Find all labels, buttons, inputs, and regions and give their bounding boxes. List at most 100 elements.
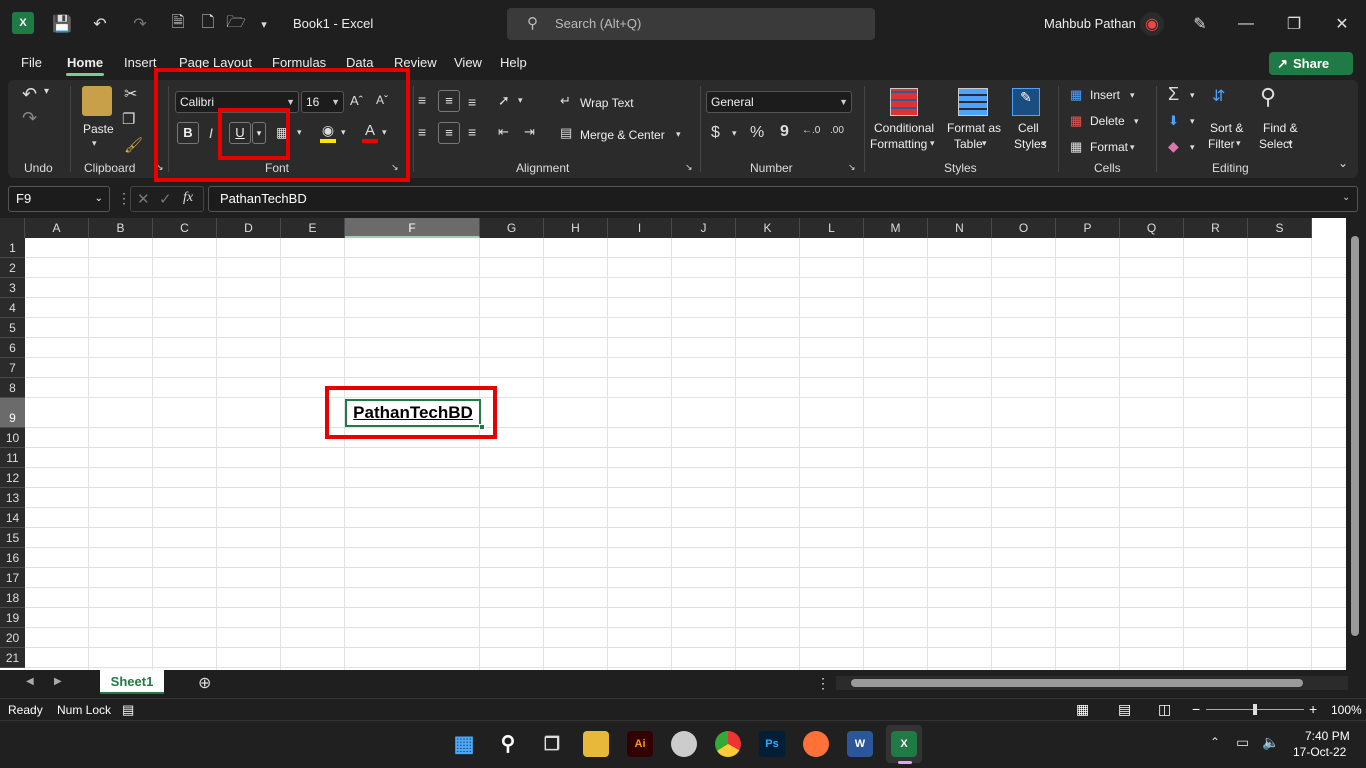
- currency-button[interactable]: $: [711, 124, 720, 142]
- windows-start-icon[interactable]: ▦: [451, 731, 477, 757]
- accessibility-icon[interactable]: ▤: [122, 702, 134, 718]
- minimize-icon[interactable]: —: [1234, 12, 1258, 36]
- row-header[interactable]: 14: [0, 508, 25, 528]
- enter-icon[interactable]: ✓: [159, 190, 172, 208]
- conditional-formatting-label-2[interactable]: Formatting: [870, 137, 927, 151]
- restore-icon[interactable]: ❐: [1282, 12, 1306, 36]
- customize-qat-icon[interactable]: ▾: [252, 12, 276, 36]
- chevron-down-icon[interactable]: ▾: [1190, 116, 1195, 127]
- next-sheet-icon[interactable]: ▶: [54, 676, 62, 687]
- tab-view[interactable]: View: [454, 55, 482, 70]
- redo-icon[interactable]: ↷: [22, 108, 37, 129]
- cancel-icon[interactable]: ✕: [137, 190, 150, 208]
- firefox-icon[interactable]: [803, 731, 829, 757]
- sort-filter-label-2[interactable]: Filter: [1208, 137, 1235, 151]
- chrome-icon[interactable]: [715, 731, 741, 757]
- row-header[interactable]: 5: [0, 318, 25, 338]
- increase-decimal-icon[interactable]: ←.0: [802, 125, 820, 136]
- print-preview-icon[interactable]: 🗎: [166, 12, 190, 36]
- avatar[interactable]: ◉: [1140, 12, 1164, 36]
- chevron-up-icon[interactable]: ⌃: [1210, 735, 1220, 749]
- row-header[interactable]: 2: [0, 258, 25, 278]
- sort-filter-label-1[interactable]: Sort &: [1210, 121, 1243, 135]
- illustrator-icon[interactable]: Ai: [627, 731, 653, 757]
- zoom-out-icon[interactable]: −: [1192, 701, 1200, 717]
- zoom-slider-thumb[interactable]: [1253, 704, 1257, 715]
- share-button[interactable]: ↗ Share: [1269, 52, 1353, 75]
- sort-filter-icon[interactable]: ⇵: [1212, 86, 1225, 106]
- vertical-scrollbar[interactable]: [1346, 218, 1366, 670]
- merge-dropdown-icon[interactable]: ▾: [676, 129, 681, 140]
- clear-icon[interactable]: ◆: [1168, 138, 1179, 155]
- decrease-indent-icon[interactable]: ⇤: [498, 124, 509, 140]
- row-header[interactable]: 12: [0, 468, 25, 488]
- close-icon[interactable]: ✕: [1330, 12, 1354, 36]
- select-all-corner[interactable]: [0, 218, 25, 238]
- excel-icon[interactable]: X: [891, 731, 917, 757]
- row-header[interactable]: 4: [0, 298, 25, 318]
- fill-icon[interactable]: ⬇: [1168, 113, 1179, 129]
- format-cells-icon[interactable]: ▦: [1070, 139, 1082, 155]
- column-header[interactable]: C: [153, 218, 217, 238]
- alignment-launcher-icon[interactable]: ↘: [685, 162, 693, 173]
- tab-insert[interactable]: Insert: [124, 55, 157, 70]
- photoshop-icon[interactable]: Ps: [759, 731, 785, 757]
- redo-icon[interactable]: ↷: [128, 12, 152, 36]
- percent-button[interactable]: %: [750, 124, 764, 142]
- conditional-formatting-icon[interactable]: [890, 88, 918, 116]
- network-icon[interactable]: ▭: [1236, 734, 1249, 751]
- decrease-decimal-icon[interactable]: .00: [830, 125, 844, 136]
- horizontal-scroll-thumb[interactable]: [851, 679, 1303, 687]
- save-icon[interactable]: 💾: [50, 12, 74, 36]
- copy-icon[interactable]: ❐: [122, 110, 135, 128]
- task-view-icon[interactable]: ❐: [539, 731, 565, 757]
- increase-indent-icon[interactable]: ⇥: [524, 124, 535, 140]
- column-header[interactable]: E: [281, 218, 345, 238]
- paste-dropdown-icon[interactable]: ▾: [92, 138, 97, 149]
- column-header[interactable]: D: [217, 218, 281, 238]
- open-folder-icon[interactable]: 🗁: [224, 12, 248, 36]
- cell-styles-label-1[interactable]: Cell: [1018, 121, 1039, 135]
- column-header[interactable]: R: [1184, 218, 1248, 238]
- insert-cells-icon[interactable]: ▦: [1070, 87, 1082, 103]
- align-left-icon[interactable]: ≡: [418, 124, 426, 140]
- column-header[interactable]: L: [800, 218, 864, 238]
- chevron-down-icon[interactable]: ▾: [982, 138, 987, 149]
- number-launcher-icon[interactable]: ↘: [848, 162, 856, 173]
- format-as-table-label-2[interactable]: Table: [954, 137, 983, 151]
- chevron-down-icon[interactable]: ▾: [1190, 142, 1195, 153]
- zoom-level[interactable]: 100%: [1331, 703, 1362, 717]
- merge-center-icon[interactable]: ▤: [560, 125, 572, 141]
- insert-function-icon[interactable]: fx: [183, 190, 193, 206]
- row-header[interactable]: 8: [0, 378, 25, 398]
- chevron-down-icon[interactable]: ⌄: [95, 187, 103, 211]
- row-header[interactable]: 18: [0, 588, 25, 608]
- align-center-icon[interactable]: ≡: [438, 122, 460, 144]
- normal-view-icon[interactable]: ▦: [1076, 701, 1089, 718]
- column-header[interactable]: P: [1056, 218, 1120, 238]
- column-header[interactable]: G: [480, 218, 544, 238]
- row-header[interactable]: 17: [0, 568, 25, 588]
- align-bottom-icon[interactable]: ≡: [468, 94, 476, 110]
- format-painter-icon[interactable]: 🖌: [124, 136, 143, 154]
- row-header[interactable]: 6: [0, 338, 25, 358]
- tab-home[interactable]: Home: [67, 55, 103, 70]
- align-right-icon[interactable]: ≡: [468, 124, 476, 140]
- row-header[interactable]: 10: [0, 428, 25, 448]
- file-explorer-icon[interactable]: [583, 731, 609, 757]
- row-header[interactable]: 21: [0, 648, 25, 668]
- wrap-text-button[interactable]: Wrap Text: [580, 96, 634, 110]
- app-icon[interactable]: [671, 731, 697, 757]
- comma-button[interactable]: 9: [780, 123, 789, 141]
- paste-icon[interactable]: [82, 86, 112, 116]
- merge-center-button[interactable]: Merge & Center: [580, 128, 665, 142]
- word-icon[interactable]: W: [847, 731, 873, 757]
- conditional-formatting-label-1[interactable]: Conditional: [874, 121, 934, 135]
- column-header[interactable]: O: [992, 218, 1056, 238]
- chevron-down-icon[interactable]: ▾: [1130, 142, 1135, 153]
- chevron-down-icon[interactable]: ▾: [1042, 138, 1047, 149]
- row-header[interactable]: 13: [0, 488, 25, 508]
- orientation-icon[interactable]: ➚: [498, 92, 510, 109]
- prev-sheet-icon[interactable]: ◀: [26, 676, 34, 687]
- orientation-dropdown-icon[interactable]: ▾: [518, 95, 523, 106]
